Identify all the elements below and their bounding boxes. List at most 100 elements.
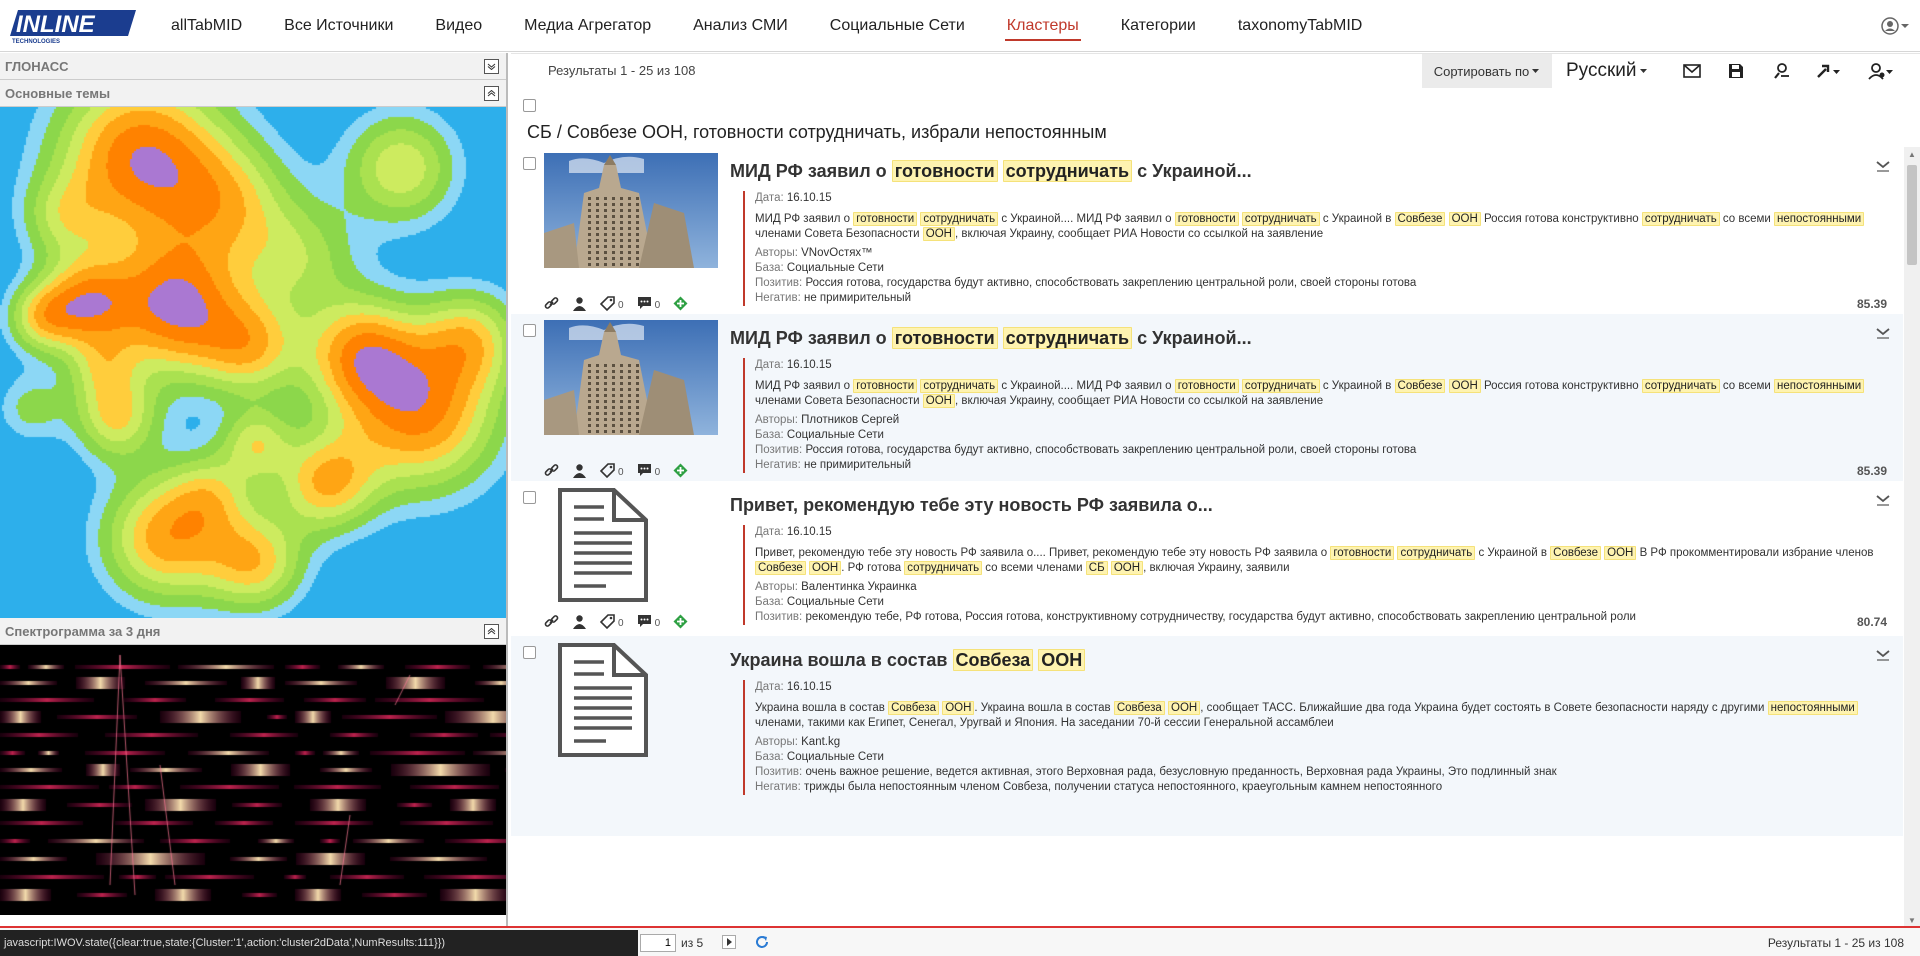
result-date: Дата: 16.10.15 <box>755 681 832 693</box>
highlight-term: готовности <box>891 327 998 349</box>
chevron-down-icon[interactable] <box>1875 646 1891 662</box>
next-page-icon[interactable] <box>722 935 736 949</box>
nav-tab[interactable]: Все Источники <box>284 0 393 52</box>
nav-tab[interactable]: allTabMID <box>171 0 242 52</box>
comment-icon[interactable]: 0 <box>637 613 660 629</box>
text-part: Привет, рекомендую тебе эту новость РФ з… <box>730 495 1213 515</box>
highlight-term: готовности <box>1330 546 1395 560</box>
nav-tab[interactable]: Социальные Сети <box>830 0 965 52</box>
result-item: Украина вошла в состав Совбеза ООН Дата: … <box>511 636 1903 836</box>
share-icon[interactable] <box>1811 54 1847 88</box>
select-all-checkbox[interactable] <box>523 99 536 112</box>
author-icon[interactable] <box>572 296 587 311</box>
comment-count: 0 <box>654 467 661 478</box>
spectrogram-chart[interactable] <box>0 645 506 915</box>
result-thumbnail[interactable] <box>544 320 718 435</box>
chevron-down-icon[interactable] <box>1875 324 1891 340</box>
result-date: Дата: 16.10.15 <box>755 359 832 371</box>
page-total: из 5 <box>681 936 704 950</box>
result-snippet: МИД РФ заявил о готовности сотрудничать … <box>755 212 1883 242</box>
nav-tab[interactable]: Медиа Агрегатор <box>524 0 651 52</box>
result-positive: Позитив: очень важное решение, ведется а… <box>755 766 1557 778</box>
highlight-term: Совбезе <box>1394 212 1446 226</box>
result-snippet: МИД РФ заявил о готовности сотрудничать … <box>755 379 1883 409</box>
comment-icon[interactable]: 0 <box>637 462 661 478</box>
expand-icon[interactable] <box>484 59 499 74</box>
topics-heatmap[interactable] <box>0 107 506 618</box>
collapse-icon[interactable] <box>484 86 499 101</box>
result-title[interactable]: Украина вошла в состав Совбеза ООН <box>730 649 1086 671</box>
text-part: , включая Украину, заявили <box>1143 562 1290 574</box>
result-checkbox[interactable] <box>523 646 536 659</box>
refresh-icon[interactable] <box>754 934 770 950</box>
panel-glonass-header[interactable]: ГЛОНАСС <box>0 53 506 80</box>
result-title[interactable]: МИД РФ заявил о готовности сотрудничать … <box>730 327 1252 349</box>
panel-topics-title: Основные темы <box>5 86 111 101</box>
collapse-icon[interactable] <box>484 624 499 639</box>
chevron-down-icon[interactable] <box>1875 491 1891 507</box>
add-icon[interactable] <box>673 463 688 478</box>
result-actions: 00 <box>544 613 701 629</box>
tag-icon[interactable]: 0 <box>600 295 624 311</box>
result-item: МИД РФ заявил о готовности сотрудничать … <box>511 314 1903 481</box>
page-number-input[interactable] <box>640 934 676 952</box>
nav-tab[interactable]: taxonomyTabMID <box>1238 0 1363 52</box>
result-thumbnail[interactable] <box>544 153 718 268</box>
author-icon[interactable] <box>572 463 587 478</box>
comment-icon[interactable]: 0 <box>637 295 660 311</box>
result-positive: Позитив: Россия готова, государства буду… <box>755 277 1417 289</box>
tag-icon[interactable]: 0 <box>600 462 624 478</box>
add-icon[interactable] <box>673 614 688 629</box>
result-base: База: Социальные Сети <box>755 596 884 608</box>
nav-tab[interactable]: Видео <box>435 0 482 52</box>
save-icon[interactable] <box>1718 54 1754 88</box>
text-part: , включая Украину, сообщает РИА Новости … <box>954 395 1324 407</box>
panel-topics-header[interactable]: Основные темы <box>0 80 506 107</box>
link-icon[interactable] <box>544 614 559 629</box>
document-icon[interactable] <box>544 642 718 757</box>
scroll-thumb[interactable] <box>1907 165 1917 265</box>
top-navigation: INLINE TECHNOLOGIES allTabMID Все Источни… <box>0 0 1920 52</box>
sort-button[interactable]: Сортировать по <box>1422 54 1552 88</box>
document-icon[interactable] <box>544 487 718 602</box>
result-checkbox[interactable] <box>523 157 536 170</box>
result-title[interactable]: МИД РФ заявил о готовности сотрудничать … <box>730 160 1252 182</box>
highlight-term: ООН <box>1110 561 1144 575</box>
inline-logo[interactable]: INLINE TECHNOLOGIES <box>8 6 136 45</box>
tag-icon[interactable]: 0 <box>600 613 624 629</box>
chevron-down-icon[interactable] <box>1875 157 1891 173</box>
user-settings-icon[interactable] <box>1863 54 1899 88</box>
result-title[interactable]: Привет, рекомендую тебе эту новость РФ з… <box>730 495 1213 516</box>
nav-tab[interactable]: Кластеры <box>1004 0 1081 52</box>
author-icon[interactable] <box>572 614 587 629</box>
panel-spectrogram-header[interactable]: Спектрограмма за 3 дня <box>0 618 506 645</box>
user-search-icon[interactable] <box>1763 54 1799 88</box>
sort-label: Сортировать по <box>1433 63 1530 79</box>
result-details: Дата: 16.10.15 МИД РФ заявил о готовности… <box>743 191 1883 306</box>
highlight-term: сотрудничать <box>920 212 999 226</box>
scroll-down-icon[interactable]: ▼ <box>1904 913 1920 927</box>
user-menu-button[interactable] <box>1870 0 1920 52</box>
scrollbar[interactable]: ▲ ▼ <box>1904 147 1920 927</box>
text-part: В РФ прокомментировали избрание членов <box>1636 547 1874 559</box>
nav-tabs: allTabMID Все Источники Видео Медиа Агрегат… <box>150 0 1383 52</box>
result-negative: Негатив: не примирительный <box>755 459 912 471</box>
link-icon[interactable] <box>544 463 559 478</box>
mail-icon[interactable] <box>1674 54 1710 88</box>
text-part: МИД РФ заявил о <box>755 380 854 392</box>
add-icon[interactable] <box>673 296 688 311</box>
scroll-up-icon[interactable]: ▲ <box>1904 147 1920 161</box>
result-checkbox[interactable] <box>523 324 536 337</box>
text-part: Россия готова конструктивно <box>1480 380 1642 392</box>
nav-tab[interactable]: Анализ СМИ <box>693 0 788 52</box>
highlight-term: сотрудничать <box>1241 379 1320 393</box>
results-count: Результаты 1 - 25 из 108 <box>548 63 696 78</box>
highlight-term: сотрудничать <box>1002 160 1133 182</box>
nav-tab[interactable]: Категории <box>1121 0 1196 52</box>
relevance-score: 85.39 <box>1856 297 1887 311</box>
link-icon[interactable] <box>544 296 559 311</box>
highlight-term: непостоянными <box>1774 212 1865 226</box>
panel-glonass-title: ГЛОНАСС <box>5 59 69 74</box>
result-checkbox[interactable] <box>523 491 536 504</box>
language-select[interactable]: Русский <box>1566 54 1648 88</box>
